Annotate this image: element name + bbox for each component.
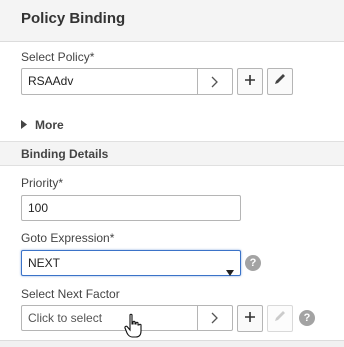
page-title: Policy Binding (21, 10, 126, 27)
edit-policy-button[interactable] (267, 68, 293, 95)
priority-label: Priority* (21, 176, 64, 190)
pencil-icon (273, 72, 287, 91)
more-toggle[interactable]: More (21, 117, 64, 133)
goto-expression-value: NEXT (28, 256, 61, 270)
policy-value: RSAAdv (28, 74, 74, 88)
help-icon[interactable]: ? (245, 255, 261, 271)
binding-details-title: Binding Details (21, 147, 109, 161)
dropdown-arrow-icon (226, 260, 234, 284)
add-next-factor-button[interactable] (237, 305, 263, 332)
binding-details-header: Binding Details (0, 141, 344, 166)
caret-right-icon (21, 116, 27, 134)
edit-next-factor-button[interactable] (267, 305, 293, 332)
more-label: More (35, 118, 64, 132)
select-policy-label: Select Policy* (21, 50, 95, 64)
goto-expression-select[interactable]: NEXT (21, 250, 241, 276)
pencil-icon (273, 309, 287, 328)
goto-expression-label: Goto Expression* (21, 231, 115, 245)
add-policy-button[interactable] (237, 68, 263, 95)
plus-icon (244, 73, 256, 91)
priority-value: 100 (28, 201, 49, 215)
policy-select-field[interactable]: RSAAdv (21, 68, 233, 95)
chevron-right-icon[interactable] (197, 306, 232, 330)
next-factor-placeholder: Click to select (28, 311, 103, 325)
priority-input[interactable]: 100 (21, 195, 241, 221)
help-icon[interactable]: ? (299, 310, 315, 326)
chevron-right-icon[interactable] (197, 69, 232, 94)
next-factor-label: Select Next Factor (21, 287, 120, 301)
panel-header: Policy Binding (0, 0, 344, 42)
plus-icon (244, 310, 256, 328)
